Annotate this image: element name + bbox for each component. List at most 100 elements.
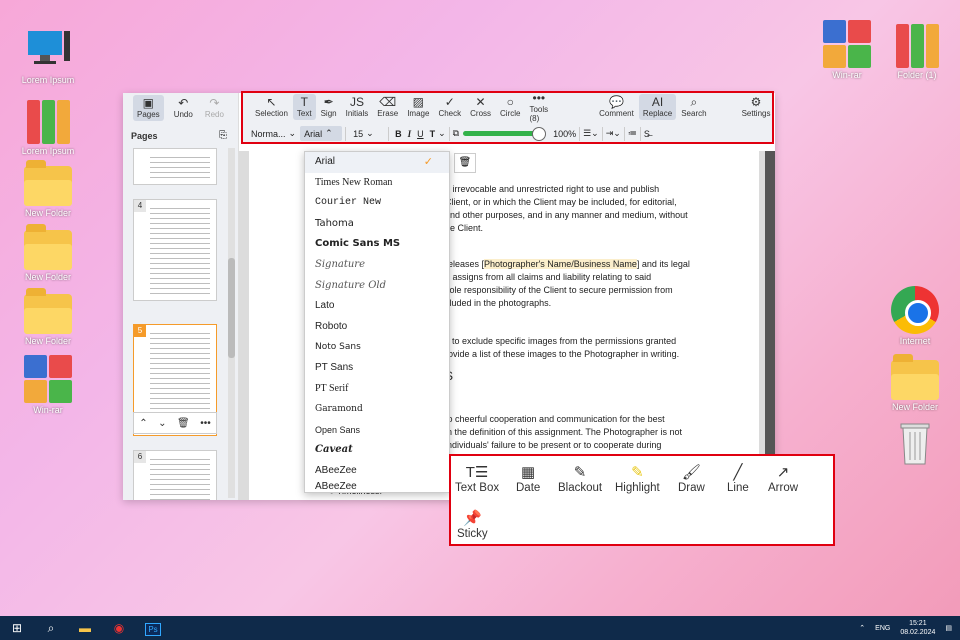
font-option[interactable]: Signature xyxy=(305,255,449,276)
settings-button[interactable]: ⚙ Settings xyxy=(738,94,775,120)
desktop-icon-folder[interactable]: New Folder xyxy=(880,352,950,412)
doc-line: to cheerful cooperation and communicatio… xyxy=(445,414,665,424)
bullet-list-icon[interactable]: ≔ xyxy=(628,128,637,139)
text-color-button[interactable]: T xyxy=(427,129,439,139)
desktop-icon-folder[interactable]: New Folder xyxy=(13,222,83,282)
undo-button[interactable]: ↶ Undo xyxy=(170,95,197,121)
arrow-tool[interactable]: ↗ Arrow xyxy=(768,464,798,494)
font-option[interactable]: ABeeZee xyxy=(305,482,449,492)
page-thumbnail-6[interactable]: 6 xyxy=(133,450,217,500)
font-option[interactable]: Signature Old xyxy=(305,276,449,297)
file-explorer-button[interactable]: ▬ xyxy=(68,621,102,635)
line-tool[interactable]: ╱ Line xyxy=(727,464,749,494)
strikethrough-icon[interactable]: S̶ xyxy=(644,129,650,139)
paragraph-style-select[interactable]: Norma... ⌄ xyxy=(247,126,300,141)
tool-label: Initials xyxy=(345,109,369,118)
redo-button[interactable]: ↷ Redo xyxy=(201,95,228,121)
check-tool[interactable]: ✓ Check xyxy=(434,94,465,120)
cursor-icon: ↖ xyxy=(266,95,277,109)
font-option[interactable]: Lato xyxy=(305,296,449,317)
desktop-icon-winrar[interactable]: Win-rar xyxy=(812,20,882,80)
more-icon[interactable]: ••• xyxy=(200,418,211,429)
document-scrollbar[interactable] xyxy=(765,151,775,500)
indent-icon[interactable]: ⇥ xyxy=(606,128,614,139)
font-option[interactable]: Garamond xyxy=(305,399,449,420)
font-option[interactable]: Roboto xyxy=(305,317,449,338)
bold-button[interactable]: B xyxy=(392,129,405,139)
font-option[interactable]: ABeeZee xyxy=(305,461,449,482)
add-page-icon[interactable]: ⎘ xyxy=(219,130,227,141)
delete-page-icon[interactable]: 🗑 xyxy=(177,418,190,429)
italic-button[interactable]: I xyxy=(405,129,415,139)
image-tool[interactable]: ▨ Image xyxy=(403,94,433,120)
font-option[interactable]: Noto Sans xyxy=(305,337,449,358)
chrome-taskbar-button[interactable]: ◉ xyxy=(102,621,136,635)
font-option[interactable]: Times New Roman xyxy=(305,173,449,194)
page-thumbnail[interactable] xyxy=(133,148,217,185)
chevron-down-icon[interactable]: ⌄ xyxy=(613,128,621,139)
desktop-icon-winrar[interactable]: Win-rar xyxy=(13,355,83,415)
recycle-bin-icon xyxy=(891,418,939,466)
font-option[interactable]: Caveat xyxy=(305,440,449,461)
font-option[interactable]: Tahoma xyxy=(305,214,449,235)
move-down-icon[interactable]: ⌄ xyxy=(158,418,166,429)
font-size-select[interactable]: 15 ⌄ xyxy=(349,126,385,141)
desktop-icon-computer[interactable]: Lorem Ipsum xyxy=(13,25,83,85)
font-option[interactable]: Comic Sans MS xyxy=(305,234,449,255)
desktop-icon-recycle-bin[interactable] xyxy=(880,418,950,468)
checkmark-icon: ✓ xyxy=(423,156,433,168)
draw-tool[interactable]: 🖌 Draw xyxy=(678,464,705,494)
more-tools-button[interactable]: ••• Tools (8) xyxy=(525,90,552,125)
page-thumbnail-4[interactable]: 4 xyxy=(133,199,217,301)
chevron-down-icon: ⌄ xyxy=(288,128,297,138)
blackout-tool[interactable]: ✎ Blackout xyxy=(558,464,602,494)
delete-textbox-button[interactable]: 🗑 xyxy=(454,153,476,173)
sidebar-scrollbar[interactable] xyxy=(228,148,235,498)
chevron-down-icon[interactable]: ⌄ xyxy=(438,128,446,139)
move-up-icon[interactable]: ⌃ xyxy=(139,418,147,429)
textbox-tool[interactable]: T☰ Text Box xyxy=(455,464,499,494)
start-button[interactable]: ⊞ xyxy=(0,621,34,635)
desktop-icon-folder[interactable]: New Folder xyxy=(13,158,83,218)
date-tool[interactable]: ▦ Date xyxy=(516,464,540,494)
replace-tool[interactable]: AI Replace xyxy=(638,94,677,120)
pages-button[interactable]: ▣ Pages xyxy=(133,95,164,121)
font-option-arial[interactable]: Arial ✓ xyxy=(305,152,449,173)
underline-button[interactable]: U xyxy=(414,129,427,139)
desktop-icon-label: Internet xyxy=(899,336,931,346)
desktop-icon-folder[interactable]: New Folder xyxy=(13,286,83,346)
font-option[interactable]: Courier New xyxy=(305,193,449,214)
photoshop-taskbar-button[interactable]: Ps xyxy=(136,621,170,636)
undo-icon: ↶ xyxy=(178,96,189,110)
font-option[interactable]: PT Serif xyxy=(305,379,449,400)
sign-tool[interactable]: ✒ Sign xyxy=(317,94,341,120)
tool-label: Replace xyxy=(642,109,673,118)
circle-tool[interactable]: ○ Circle xyxy=(496,94,524,120)
notifications-icon[interactable]: ▤ xyxy=(945,624,952,632)
language-indicator[interactable]: ENG xyxy=(875,625,890,632)
folder-icon xyxy=(24,160,72,206)
cross-tool[interactable]: ✕ Cross xyxy=(466,94,495,120)
align-left-icon[interactable]: ☰ xyxy=(583,128,591,139)
highlight-tool[interactable]: ✎ Highlight xyxy=(615,464,660,494)
font-family-select[interactable]: Arial ⌃ xyxy=(300,126,343,141)
font-option[interactable]: Open Sans xyxy=(305,420,449,441)
comment-tool[interactable]: 💬 Comment xyxy=(595,94,638,120)
desktop-icon-binders[interactable]: Lorem Ipsum xyxy=(13,96,83,156)
font-option[interactable]: PT Sans xyxy=(305,358,449,379)
chevron-up-icon[interactable]: ⌃ xyxy=(859,624,865,632)
selection-tool[interactable]: ↖ Selection xyxy=(251,94,292,120)
text-tool[interactable]: T Text xyxy=(292,94,316,120)
erase-tool[interactable]: ⌫ Erase xyxy=(373,94,402,120)
computer-icon xyxy=(24,25,72,73)
clock[interactable]: 15:21 08.02.2024 xyxy=(900,619,935,637)
sticky-tool[interactable]: 📌 Sticky xyxy=(457,510,488,540)
search-tool[interactable]: ⌕ Search xyxy=(677,94,710,120)
desktop-icon-binders[interactable]: Folder (1) xyxy=(882,20,952,80)
chevron-down-icon[interactable]: ⌄ xyxy=(591,128,599,139)
desktop-icon-chrome[interactable]: Internet xyxy=(880,286,950,346)
search-button[interactable]: ⌕ xyxy=(34,621,68,636)
initials-tool[interactable]: JS Initials xyxy=(342,94,373,120)
opacity-slider[interactable] xyxy=(463,127,547,141)
redo-icon: ↷ xyxy=(209,96,220,110)
